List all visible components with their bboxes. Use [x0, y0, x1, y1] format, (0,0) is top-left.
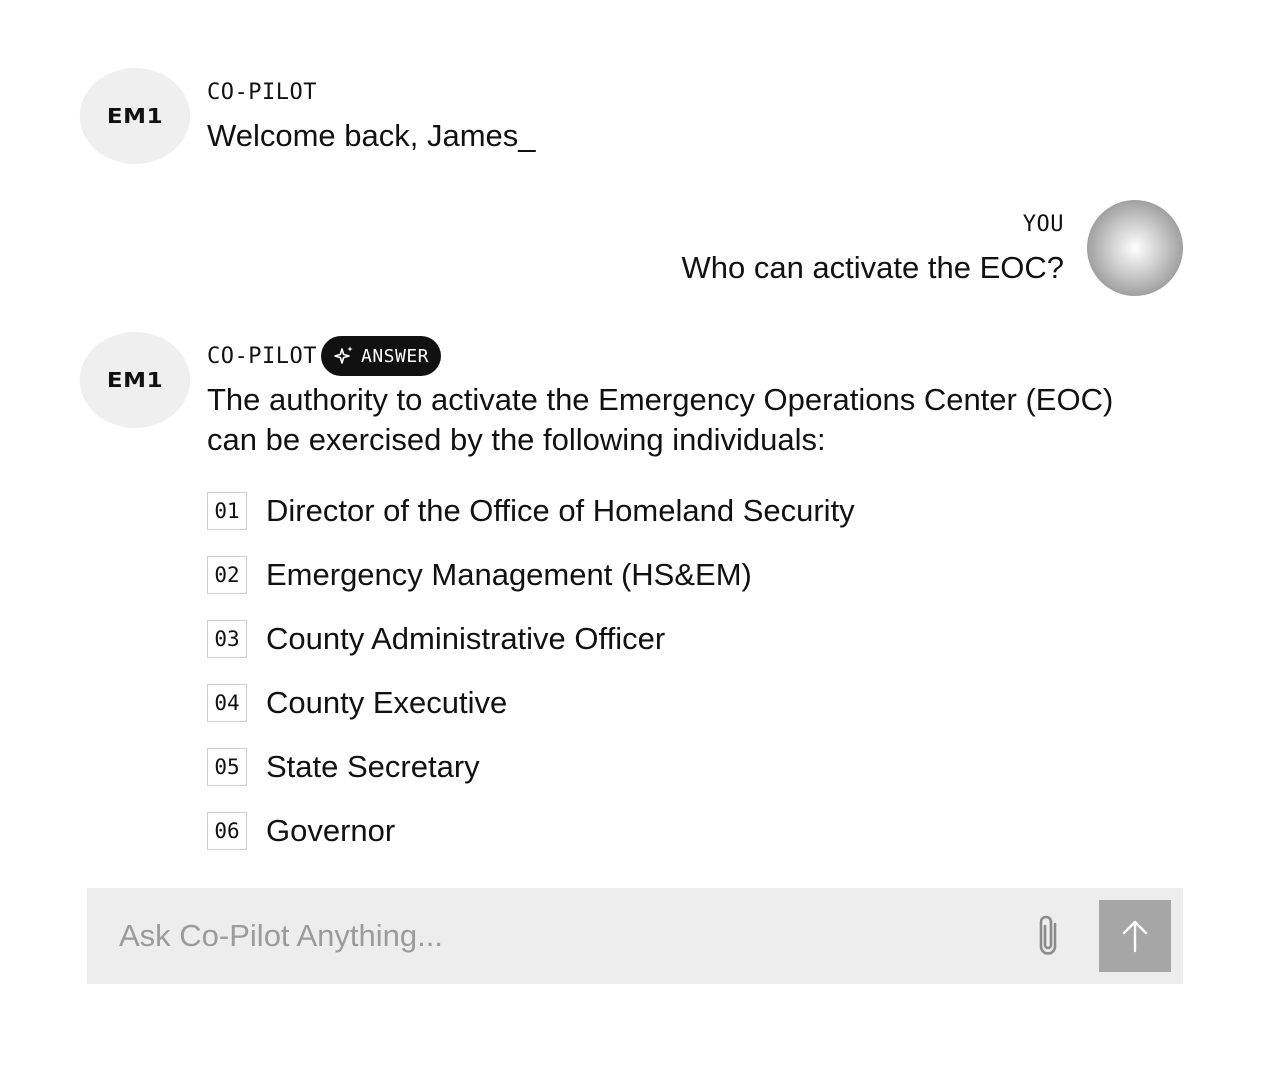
list-item-text: County Executive: [266, 685, 508, 720]
list-item: 03 County Administrative Officer: [207, 620, 855, 684]
answer-badge: ANSWER: [321, 336, 442, 376]
arrow-up-icon: [1122, 920, 1148, 953]
sparkle-icon: [334, 346, 353, 364]
welcome-sender-label: CO-PILOT: [207, 80, 317, 105]
answer-intro-line-1: The authority to activate the Emergency …: [207, 382, 1114, 417]
answer-badge-label: ANSWER: [361, 345, 430, 367]
list-item: 04 County Executive: [207, 684, 855, 748]
message-input[interactable]: [119, 916, 999, 956]
list-item-number: 02: [207, 556, 247, 594]
list-item: 05 State Secretary: [207, 748, 855, 812]
list-item: 01 Director of the Office of Homeland Se…: [207, 492, 855, 556]
list-item-number: 06: [207, 812, 247, 850]
answer-list: 01 Director of the Office of Homeland Se…: [207, 492, 855, 876]
user-avatar: [1087, 200, 1183, 296]
user-sender-label: YOU: [1022, 212, 1064, 237]
message-composer: [87, 888, 1183, 984]
paperclip-icon[interactable]: [1033, 912, 1069, 960]
list-item-text: State Secretary: [266, 749, 480, 784]
list-item-text: Governor: [266, 813, 396, 848]
answer-sender-label: CO-PILOT: [207, 344, 317, 369]
answer-intro: The authority to activate the Emergency …: [207, 380, 1167, 460]
list-item: 02 Emergency Management (HS&EM): [207, 556, 855, 620]
list-item-text: Director of the Office of Homeland Secur…: [266, 493, 855, 528]
copilot-avatar-text: EM1: [106, 104, 164, 128]
send-button[interactable]: [1099, 900, 1171, 972]
copilot-avatar: EM1: [79, 68, 191, 164]
answer-intro-line-2: can be exercised by the following indivi…: [207, 422, 826, 457]
list-item-number: 01: [207, 492, 247, 530]
list-item: 06 Governor: [207, 812, 855, 876]
list-item-number: 05: [207, 748, 247, 786]
list-item-text: County Administrative Officer: [266, 621, 666, 656]
list-item-number: 04: [207, 684, 247, 722]
welcome-message: Welcome back, James_: [207, 118, 536, 153]
copilot-avatar-answer: EM1: [79, 332, 191, 428]
copilot-avatar-answer-text: EM1: [106, 368, 164, 392]
list-item-number: 03: [207, 620, 247, 658]
list-item-text: Emergency Management (HS&EM): [266, 557, 752, 592]
user-message: Who can activate the EOC?: [681, 250, 1064, 285]
